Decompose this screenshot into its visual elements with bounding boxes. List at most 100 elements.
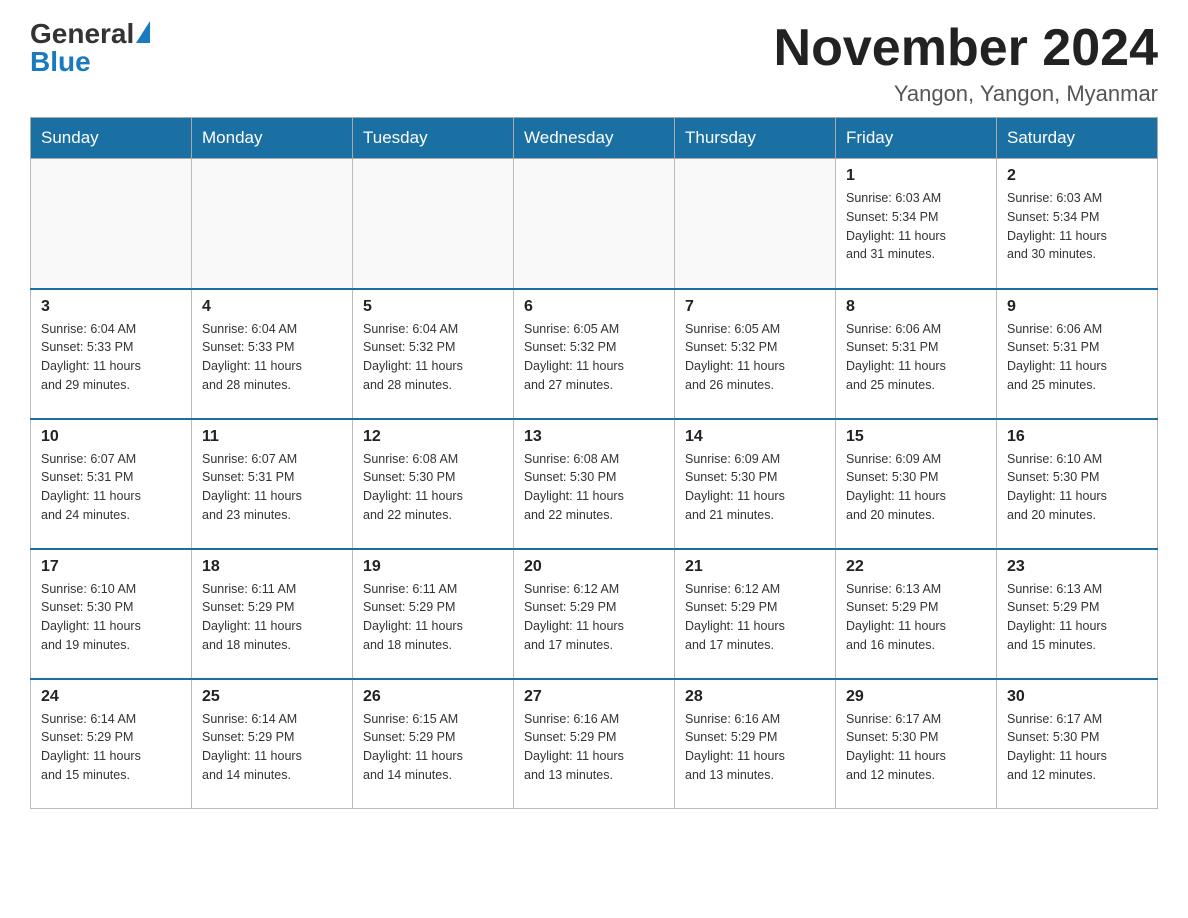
logo: General Blue (30, 20, 150, 76)
day-info: Sunrise: 6:07 AMSunset: 5:31 PMDaylight:… (202, 450, 342, 525)
day-number: 2 (1007, 167, 1147, 185)
day-number: 24 (41, 688, 181, 706)
calendar-cell: 10 Sunrise: 6:07 AMSunset: 5:31 PMDayligh… (31, 419, 192, 549)
calendar-cell (514, 159, 675, 289)
day-info: Sunrise: 6:07 AMSunset: 5:31 PMDaylight:… (41, 450, 181, 525)
page-header: General Blue November 2024 Yangon, Yango… (30, 20, 1158, 107)
day-number: 13 (524, 428, 664, 446)
day-number: 11 (202, 428, 342, 446)
calendar-cell: 27Sunrise: 6:16 AMSunset: 5:29 PMDayligh… (514, 679, 675, 809)
day-number: 23 (1007, 558, 1147, 576)
day-number: 16 (1007, 428, 1147, 446)
calendar-week-3: 10 Sunrise: 6:07 AMSunset: 5:31 PMDayligh… (31, 419, 1158, 549)
day-number: 12 (363, 428, 503, 446)
day-number: 26 (363, 688, 503, 706)
header-saturday: Saturday (997, 118, 1158, 159)
calendar-cell: 6 Sunrise: 6:05 AMSunset: 5:32 PMDaylight… (514, 289, 675, 419)
day-info: Sunrise: 6:15 AMSunset: 5:29 PMDaylight:… (363, 710, 503, 785)
calendar-cell: 9Sunrise: 6:06 AMSunset: 5:31 PMDaylight… (997, 289, 1158, 419)
day-info: Sunrise: 6:06 AMSunset: 5:31 PMDaylight:… (846, 320, 986, 395)
logo-general-text: General (30, 20, 150, 48)
calendar-cell: 11 Sunrise: 6:07 AMSunset: 5:31 PMDayligh… (192, 419, 353, 549)
calendar-cell: 18Sunrise: 6:11 AMSunset: 5:29 PMDayligh… (192, 549, 353, 679)
calendar-cell: 7Sunrise: 6:05 AMSunset: 5:32 PMDaylight… (675, 289, 836, 419)
calendar-cell: 14 Sunrise: 6:09 AMSunset: 5:30 PMDayligh… (675, 419, 836, 549)
day-number: 20 (524, 558, 664, 576)
calendar-cell: 22 Sunrise: 6:13 AMSunset: 5:29 PMDayligh… (836, 549, 997, 679)
day-info: Sunrise: 6:13 AMSunset: 5:29 PMDaylight:… (1007, 580, 1147, 655)
calendar-cell: 4Sunrise: 6:04 AMSunset: 5:33 PMDaylight… (192, 289, 353, 419)
day-info: Sunrise: 6:03 AMSunset: 5:34 PMDaylight:… (1007, 189, 1147, 264)
calendar-week-5: 24 Sunrise: 6:14 AMSunset: 5:29 PMDayligh… (31, 679, 1158, 809)
day-info: Sunrise: 6:13 AMSunset: 5:29 PMDaylight:… (846, 580, 986, 655)
day-info: Sunrise: 6:08 AMSunset: 5:30 PMDaylight:… (524, 450, 664, 525)
day-info: Sunrise: 6:14 AMSunset: 5:29 PMDaylight:… (202, 710, 342, 785)
day-number: 19 (363, 558, 503, 576)
calendar-cell (675, 159, 836, 289)
day-number: 7 (685, 298, 825, 316)
day-number: 18 (202, 558, 342, 576)
calendar-cell: 15 Sunrise: 6:09 AMSunset: 5:30 PMDayligh… (836, 419, 997, 549)
day-number: 28 (685, 688, 825, 706)
day-info: Sunrise: 6:16 AMSunset: 5:29 PMDaylight:… (524, 710, 664, 785)
day-number: 21 (685, 558, 825, 576)
day-info: Sunrise: 6:08 AMSunset: 5:30 PMDaylight:… (363, 450, 503, 525)
calendar-cell: 25 Sunrise: 6:14 AMSunset: 5:29 PMDayligh… (192, 679, 353, 809)
calendar-week-1: 1 Sunrise: 6:03 AMSunset: 5:34 PMDaylight… (31, 159, 1158, 289)
day-number: 25 (202, 688, 342, 706)
day-number: 5 (363, 298, 503, 316)
header-friday: Friday (836, 118, 997, 159)
calendar-cell: 21 Sunrise: 6:12 AMSunset: 5:29 PMDayligh… (675, 549, 836, 679)
day-number: 3 (41, 298, 181, 316)
calendar-cell (192, 159, 353, 289)
calendar-cell: 16Sunrise: 6:10 AMSunset: 5:30 PMDayligh… (997, 419, 1158, 549)
day-info: Sunrise: 6:09 AMSunset: 5:30 PMDaylight:… (846, 450, 986, 525)
calendar-cell: 20 Sunrise: 6:12 AMSunset: 5:29 PMDayligh… (514, 549, 675, 679)
day-info: Sunrise: 6:06 AMSunset: 5:31 PMDaylight:… (1007, 320, 1147, 395)
calendar-cell: 5 Sunrise: 6:04 AMSunset: 5:32 PMDaylight… (353, 289, 514, 419)
calendar-cell: 24 Sunrise: 6:14 AMSunset: 5:29 PMDayligh… (31, 679, 192, 809)
day-info: Sunrise: 6:04 AMSunset: 5:32 PMDaylight:… (363, 320, 503, 395)
calendar-cell: 3 Sunrise: 6:04 AMSunset: 5:33 PMDaylight… (31, 289, 192, 419)
day-number: 14 (685, 428, 825, 446)
header-tuesday: Tuesday (353, 118, 514, 159)
day-info: Sunrise: 6:10 AMSunset: 5:30 PMDaylight:… (41, 580, 181, 655)
header-sunday: Sunday (31, 118, 192, 159)
day-info: Sunrise: 6:04 AMSunset: 5:33 PMDaylight:… (41, 320, 181, 395)
calendar-cell: 19Sunrise: 6:11 AMSunset: 5:29 PMDayligh… (353, 549, 514, 679)
day-info: Sunrise: 6:05 AMSunset: 5:32 PMDaylight:… (524, 320, 664, 395)
location: Yangon, Yangon, Myanmar (774, 81, 1158, 107)
calendar-header-row: Sunday Monday Tuesday Wednesday Thursday… (31, 118, 1158, 159)
day-info: Sunrise: 6:03 AMSunset: 5:34 PMDaylight:… (846, 189, 986, 264)
day-number: 29 (846, 688, 986, 706)
day-number: 22 (846, 558, 986, 576)
calendar-cell (31, 159, 192, 289)
header-wednesday: Wednesday (514, 118, 675, 159)
day-number: 4 (202, 298, 342, 316)
day-info: Sunrise: 6:12 AMSunset: 5:29 PMDaylight:… (524, 580, 664, 655)
header-monday: Monday (192, 118, 353, 159)
logo-blue-text: Blue (30, 48, 91, 76)
calendar-cell: 1 Sunrise: 6:03 AMSunset: 5:34 PMDaylight… (836, 159, 997, 289)
calendar-cell: 17Sunrise: 6:10 AMSunset: 5:30 PMDayligh… (31, 549, 192, 679)
calendar-table: Sunday Monday Tuesday Wednesday Thursday… (30, 117, 1158, 809)
day-info: Sunrise: 6:14 AMSunset: 5:29 PMDaylight:… (41, 710, 181, 785)
day-info: Sunrise: 6:09 AMSunset: 5:30 PMDaylight:… (685, 450, 825, 525)
day-number: 8 (846, 298, 986, 316)
header-thursday: Thursday (675, 118, 836, 159)
day-number: 6 (524, 298, 664, 316)
logo-triangle-icon (136, 21, 150, 43)
day-number: 10 (41, 428, 181, 446)
day-number: 15 (846, 428, 986, 446)
month-title: November 2024 (774, 20, 1158, 77)
calendar-cell: 2 Sunrise: 6:03 AMSunset: 5:34 PMDaylight… (997, 159, 1158, 289)
calendar-cell: 28 Sunrise: 6:16 AMSunset: 5:29 PMDayligh… (675, 679, 836, 809)
title-block: November 2024 Yangon, Yangon, Myanmar (774, 20, 1158, 107)
day-info: Sunrise: 6:12 AMSunset: 5:29 PMDaylight:… (685, 580, 825, 655)
calendar-cell: 12 Sunrise: 6:08 AMSunset: 5:30 PMDayligh… (353, 419, 514, 549)
calendar-cell: 13 Sunrise: 6:08 AMSunset: 5:30 PMDayligh… (514, 419, 675, 549)
day-info: Sunrise: 6:16 AMSunset: 5:29 PMDaylight:… (685, 710, 825, 785)
calendar-cell: 23 Sunrise: 6:13 AMSunset: 5:29 PMDayligh… (997, 549, 1158, 679)
calendar-cell: 26 Sunrise: 6:15 AMSunset: 5:29 PMDayligh… (353, 679, 514, 809)
day-number: 1 (846, 167, 986, 185)
